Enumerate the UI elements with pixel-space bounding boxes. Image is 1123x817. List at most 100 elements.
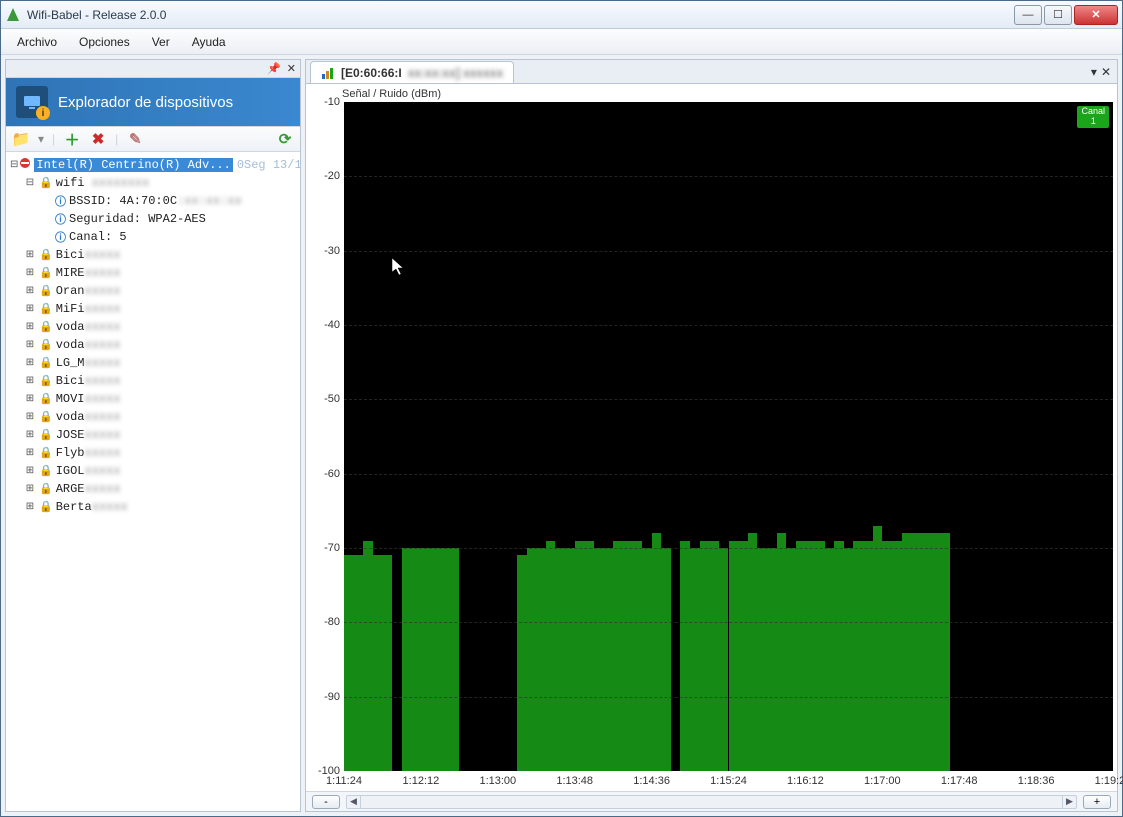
tree-network-selected[interactable]: ⊟ 🔒 wifi xxxxxxxx [10, 174, 300, 192]
expand-icon[interactable]: ⊞ [24, 393, 36, 405]
scroll-left-icon[interactable]: ◀ [347, 796, 361, 808]
network-ssid: IGOL [56, 464, 85, 478]
tree-network-row[interactable]: ⊞🔒vodaxxxxx [10, 336, 300, 354]
collapse-icon[interactable]: ⊟ [24, 177, 36, 189]
tree-detail-bssid: ⓘ BSSID: 4A:70:0C:xx:xx:xx [10, 192, 300, 210]
expand-icon[interactable]: ⊞ [24, 267, 36, 279]
expand-icon[interactable]: ⊞ [24, 285, 36, 297]
tree-network-row[interactable]: ⊞🔒IGOLxxxxx [10, 462, 300, 480]
folder-icon[interactable]: 📁 [12, 130, 30, 148]
signal-bar [700, 541, 710, 771]
tree-network-row[interactable]: ⊞🔒JOSExxxxx [10, 426, 300, 444]
delete-button[interactable]: ✖ [89, 130, 107, 148]
lock-icon: 🔒 [39, 464, 53, 478]
signal-bar [882, 541, 892, 771]
tree-network-row[interactable]: ⊞🔒Bicixxxxx [10, 246, 300, 264]
refresh-icon[interactable]: ⟳ [276, 130, 294, 148]
pin-icon[interactable]: 📌 [267, 62, 281, 75]
x-tick: 1:19:24 [1095, 775, 1123, 787]
lock-icon: 🔒 [39, 446, 53, 460]
expand-icon[interactable]: ⊞ [24, 411, 36, 423]
lock-icon: 🔒 [39, 266, 53, 280]
signal-bar [805, 541, 815, 771]
tree-network-row[interactable]: ⊞🔒Bertaxxxxx [10, 498, 300, 516]
panel-close-icon[interactable]: ✕ [287, 62, 296, 75]
network-ssid: Flyb [56, 446, 85, 460]
tree-network-row[interactable]: ⊞🔒LG_Mxxxxx [10, 354, 300, 372]
x-tick: 1:11:24 [326, 775, 362, 787]
network-ssid: voda [56, 320, 85, 334]
tree-adapter-row[interactable]: ⊟ Intel(R) Centrino(R) Adv... 0Seg 13/16… [10, 156, 300, 174]
signal-bar [527, 548, 537, 771]
network-ssid: Berta [56, 500, 92, 514]
tab-signal[interactable]: [E0:60:66:Ixx:xx:xx] xxxxxx [310, 61, 514, 83]
menu-archivo[interactable]: Archivo [7, 31, 67, 53]
chart-panel: [E0:60:66:Ixx:xx:xx] xxxxxx ▾ ✕ Señal / … [305, 59, 1118, 812]
signal-bar [940, 533, 950, 771]
wand-icon[interactable]: ✎ [126, 130, 144, 148]
menu-ayuda[interactable]: Ayuda [182, 31, 236, 53]
window-title: Wifi-Babel - Release 2.0.0 [27, 8, 166, 22]
titlebar[interactable]: Wifi-Babel - Release 2.0.0 — ☐ ✕ [1, 1, 1122, 29]
chart-plot[interactable]: Canal 1 [344, 102, 1113, 771]
signal-bar [421, 548, 431, 771]
menu-ver[interactable]: Ver [142, 31, 180, 53]
zoom-out-button[interactable]: - [312, 795, 340, 809]
adapter-name: Intel(R) Centrino(R) Adv... [34, 158, 232, 172]
signal-bar [815, 541, 825, 771]
y-tick: -50 [324, 393, 340, 405]
tree-network-row[interactable]: ⊞🔒Bicixxxxx [10, 372, 300, 390]
tab-close-icon[interactable]: ✕ [1101, 65, 1111, 79]
expand-icon[interactable]: ⊞ [24, 303, 36, 315]
tree-network-row[interactable]: ⊞🔒vodaxxxxx [10, 318, 300, 336]
tree-network-row[interactable]: ⊞🔒MIRExxxxx [10, 264, 300, 282]
expand-icon[interactable]: ⊞ [24, 465, 36, 477]
expand-icon[interactable]: ⊞ [24, 501, 36, 513]
maximize-button[interactable]: ☐ [1044, 5, 1072, 25]
minimize-button[interactable]: — [1014, 5, 1042, 25]
expand-icon[interactable]: ⊞ [24, 483, 36, 495]
expand-icon[interactable]: ⊞ [24, 357, 36, 369]
expand-icon[interactable]: ⊞ [24, 321, 36, 333]
x-tick: 1:12:12 [403, 775, 440, 787]
tree-network-row[interactable]: ⊞🔒MOVIxxxxx [10, 390, 300, 408]
y-tick: -60 [324, 468, 340, 480]
y-tick: -40 [324, 319, 340, 331]
y-tick: -80 [324, 616, 340, 628]
tree-detail-security: ⓘ Seguridad: WPA2-AES [10, 210, 300, 228]
lock-icon: 🔒 [39, 248, 53, 262]
chart-scrollbar[interactable]: ◀ ▶ [346, 795, 1077, 809]
lock-icon: 🔒 [39, 302, 53, 316]
signal-bar [873, 526, 883, 771]
device-tree[interactable]: ⊟ Intel(R) Centrino(R) Adv... 0Seg 13/16… [6, 152, 300, 811]
tree-network-row[interactable]: ⊞🔒ARGExxxxx [10, 480, 300, 498]
x-tick: 1:13:00 [479, 775, 516, 787]
info-icon: ⓘ [55, 229, 66, 245]
explorer-tabstrip: 📌 ✕ [6, 60, 300, 78]
signal-bar [575, 541, 585, 771]
close-button[interactable]: ✕ [1074, 5, 1118, 25]
lock-icon: 🔒 [39, 284, 53, 298]
expand-icon[interactable]: ⊞ [24, 429, 36, 441]
tree-network-row[interactable]: ⊞🔒vodaxxxxx [10, 408, 300, 426]
tab-dropdown-icon[interactable]: ▾ [1091, 65, 1097, 79]
x-tick: 1:17:48 [941, 775, 978, 787]
collapse-icon[interactable]: ⊟ [10, 159, 18, 171]
y-tick: -10 [324, 96, 340, 108]
zoom-in-button[interactable]: + [1083, 795, 1111, 809]
signal-bar [517, 555, 527, 771]
tree-network-row[interactable]: ⊞🔒MiFixxxxx [10, 300, 300, 318]
tree-network-row[interactable]: ⊞🔒Oranxxxxx [10, 282, 300, 300]
network-ssid: wifi [56, 176, 85, 190]
y-tick: -90 [324, 691, 340, 703]
expand-icon[interactable]: ⊞ [24, 339, 36, 351]
add-button[interactable]: ＋ [63, 130, 81, 148]
tree-network-row[interactable]: ⊞🔒Flybxxxxx [10, 444, 300, 462]
expand-icon[interactable]: ⊞ [24, 249, 36, 261]
menu-opciones[interactable]: Opciones [69, 31, 140, 53]
expand-icon[interactable]: ⊞ [24, 447, 36, 459]
expand-icon[interactable]: ⊞ [24, 375, 36, 387]
signal-bar [786, 548, 796, 771]
signal-bar [863, 541, 873, 771]
scroll-right-icon[interactable]: ▶ [1062, 796, 1076, 808]
